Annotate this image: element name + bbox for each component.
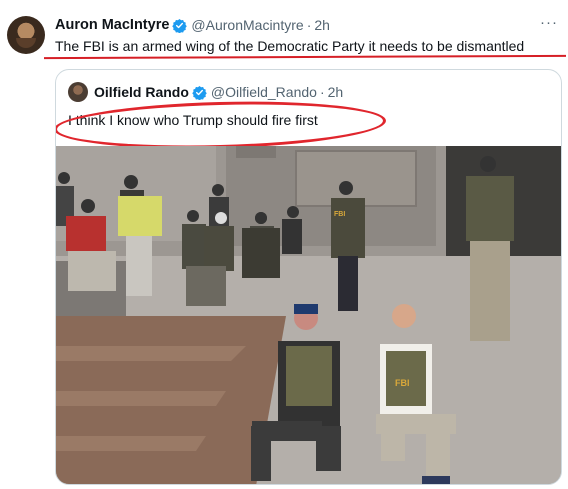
tweet-header: Auron MacIntyre @AuronMacintyre · 2h	[55, 16, 330, 34]
quoted-tweet-photo[interactable]: FBI FBI	[56, 146, 561, 484]
separator: ·	[306, 17, 312, 33]
quoted-author-name[interactable]: Oilfield Rando	[94, 84, 189, 100]
tweet[interactable]: Auron MacIntyre @AuronMacintyre · 2h ···…	[0, 0, 568, 489]
quoted-tweet[interactable]: Oilfield Rando @Oilfield_Rando · 2h I th…	[55, 69, 562, 485]
quoted-tweet-timestamp[interactable]: 2h	[328, 84, 344, 100]
annotation-circle	[56, 97, 387, 153]
quoted-author-avatar[interactable]	[68, 82, 88, 102]
quoted-author-handle[interactable]: @Oilfield_Rando	[211, 84, 317, 100]
author-avatar[interactable]	[7, 16, 45, 54]
verified-badge-icon	[172, 18, 188, 33]
photo-vest-label-background: FBI	[334, 211, 345, 218]
author-name[interactable]: Auron MacIntyre	[55, 17, 169, 33]
tweet-text: The FBI is an armed wing of the Democrat…	[55, 38, 525, 54]
photo-vest-label: FBI	[395, 378, 410, 388]
author-handle[interactable]: @AuronMacintyre	[191, 17, 303, 33]
more-options-icon[interactable]: ···	[540, 14, 558, 31]
verified-badge-icon	[192, 85, 207, 100]
separator: ·	[319, 84, 325, 100]
annotation-underline	[43, 54, 567, 60]
quoted-tweet-header: Oilfield Rando @Oilfield_Rando · 2h	[68, 82, 344, 102]
tweet-timestamp[interactable]: 2h	[314, 17, 330, 33]
photo-illustration: FBI FBI	[56, 146, 561, 484]
